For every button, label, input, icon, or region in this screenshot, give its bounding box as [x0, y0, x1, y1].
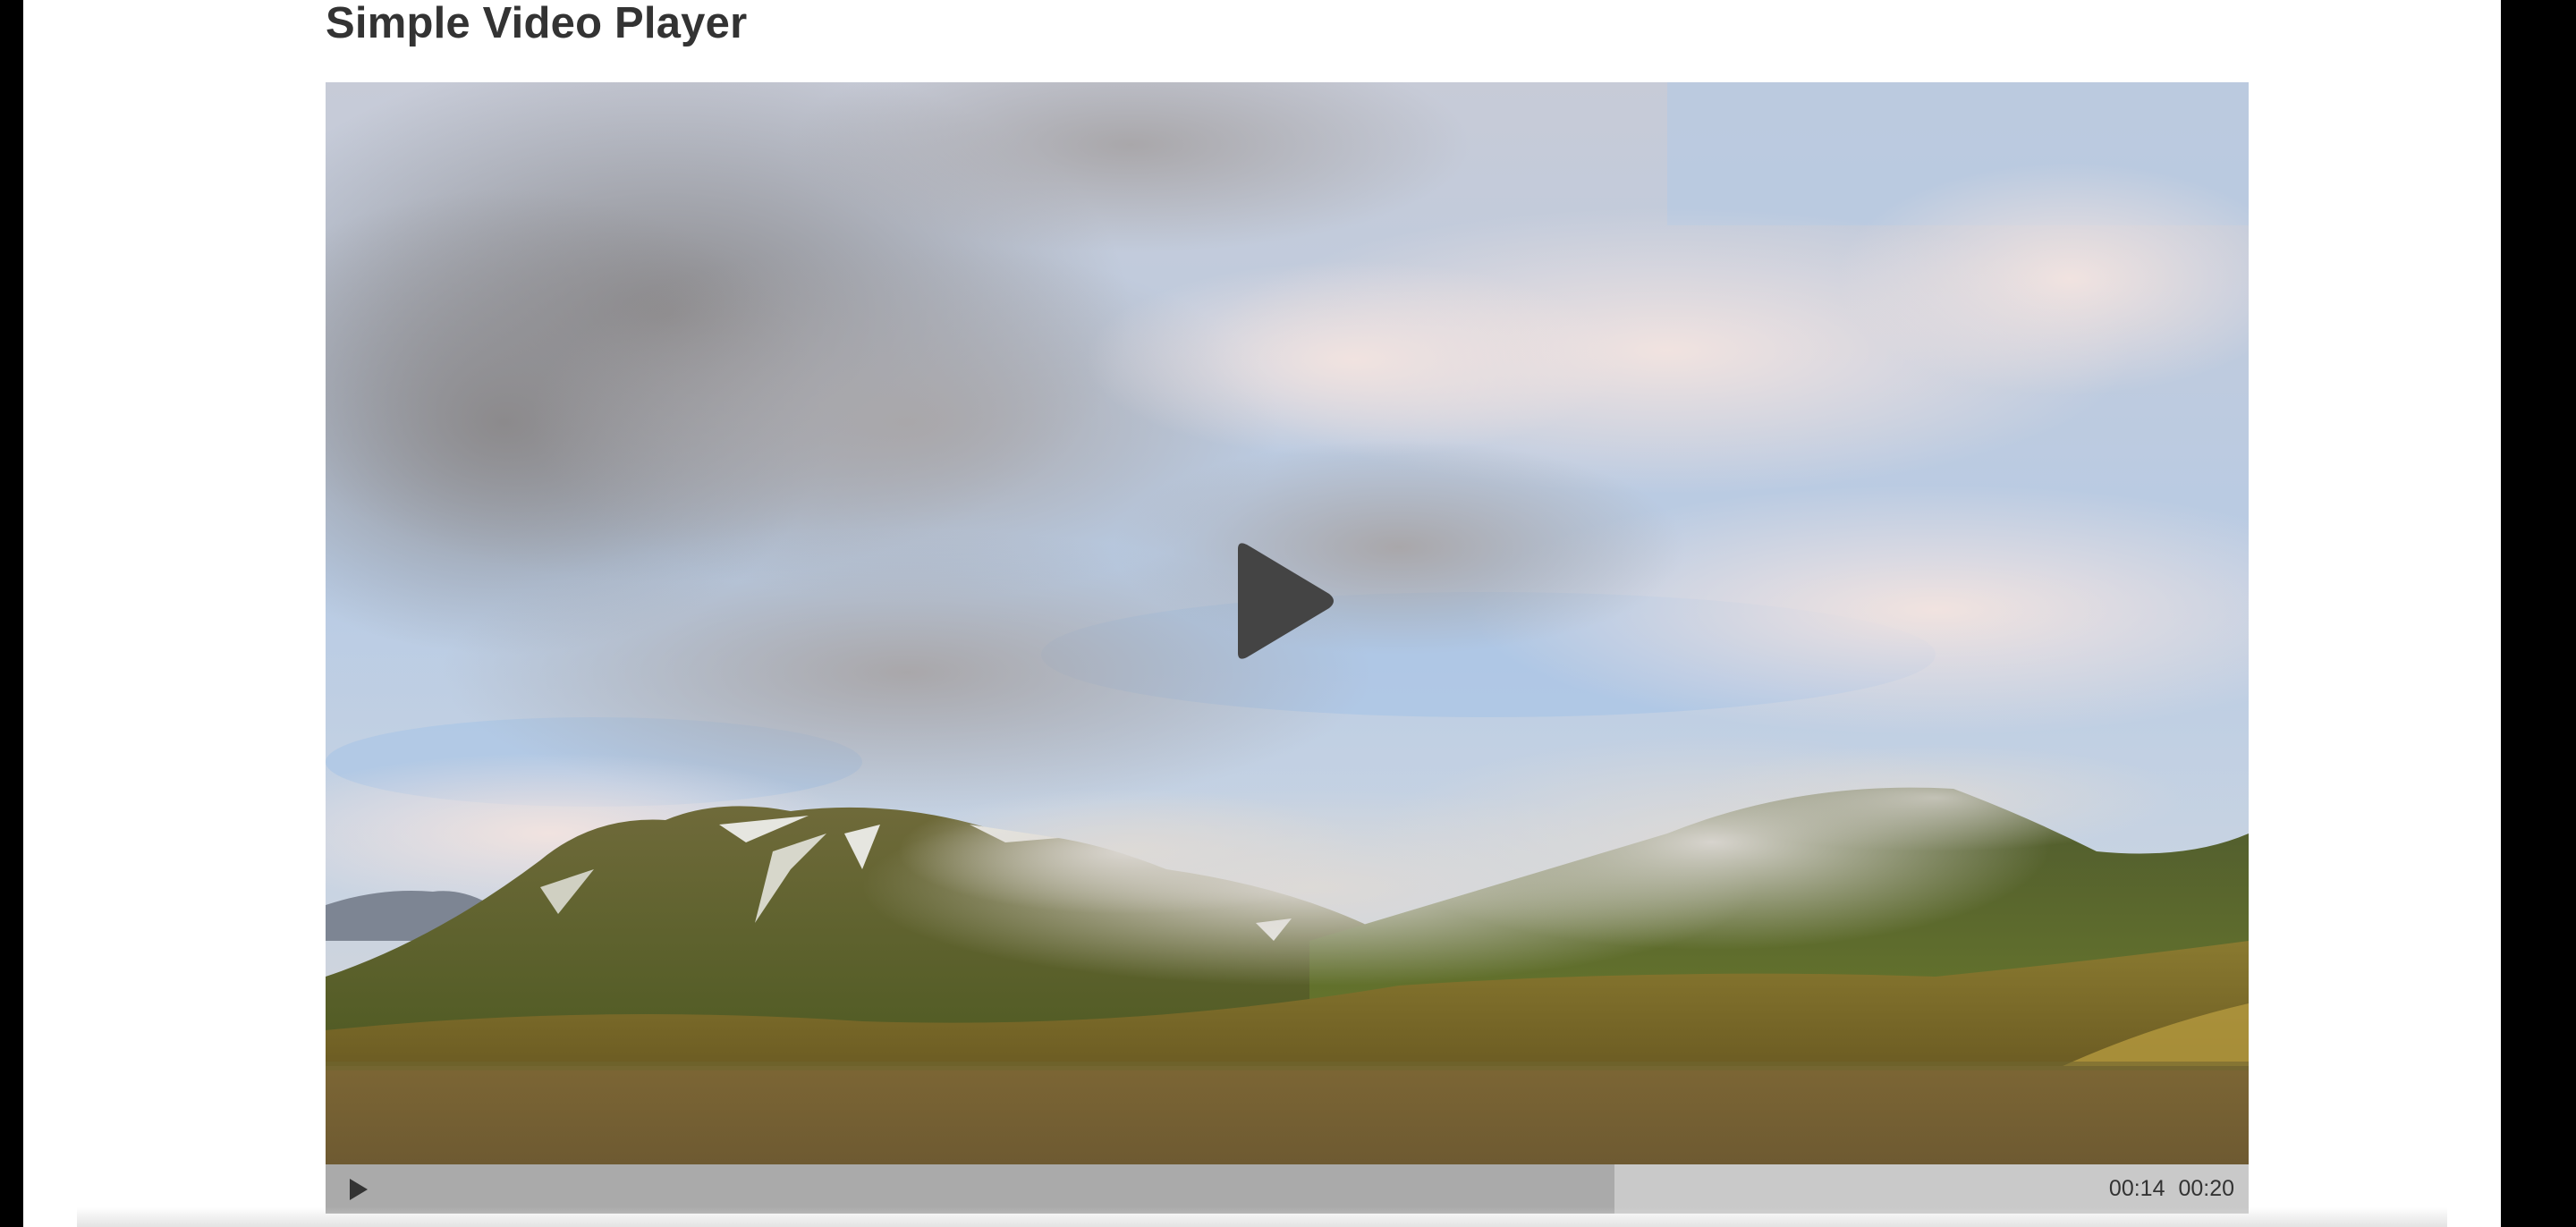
play-button-icon[interactable]: [343, 1175, 372, 1204]
page-title: Simple Video Player: [326, 0, 748, 47]
current-time: 00:14: [2108, 1176, 2165, 1201]
video-frame[interactable]: [326, 82, 2249, 1164]
video-controls-bar: 00:14 00:20: [326, 1164, 2249, 1214]
duration: 00:20: [2178, 1176, 2234, 1201]
big-play-icon[interactable]: [1220, 538, 1345, 664]
time-display: 00:14 00:20: [2109, 1164, 2234, 1214]
progress-bar-played[interactable]: [326, 1164, 1614, 1214]
page-bottom-shadow: [77, 1207, 2447, 1227]
video-player: 00:14 00:20: [326, 82, 2249, 1214]
page-container: Simple Video Player 00:14 00:20: [23, 0, 2501, 1227]
